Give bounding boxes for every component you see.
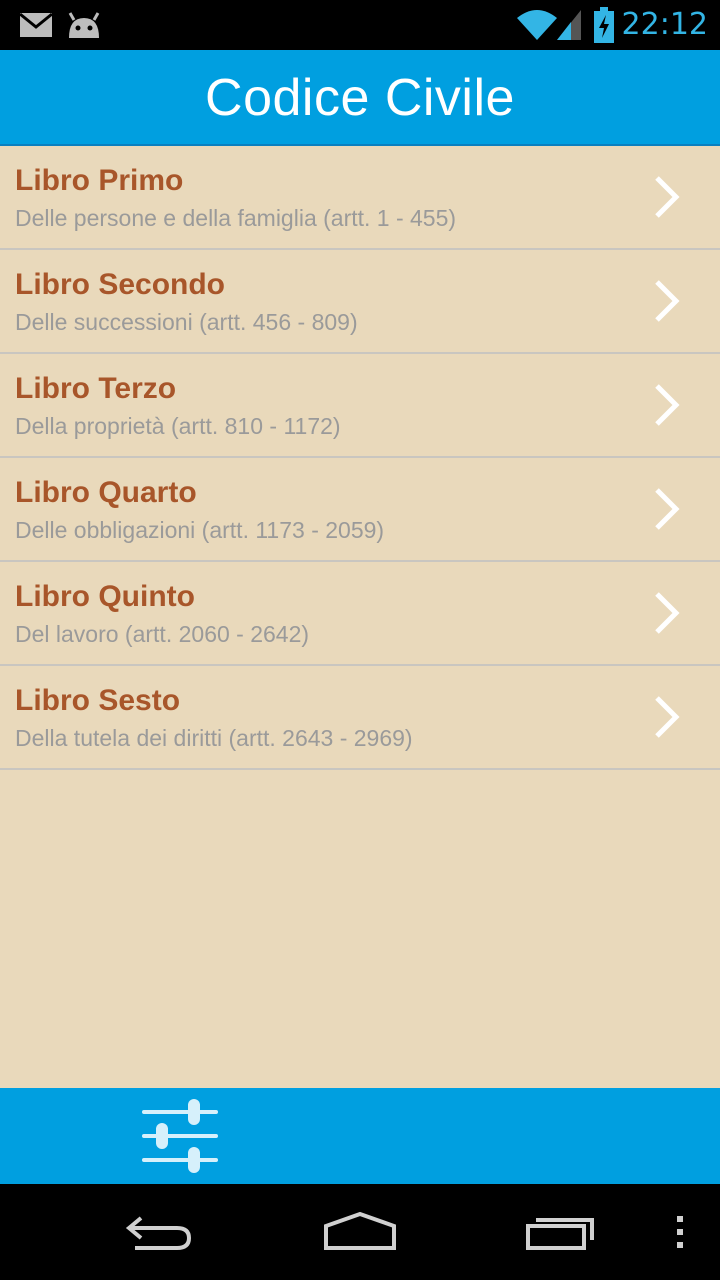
book-subtitle: Della tutela dei diritti (artt. 2643 - 2… <box>15 725 413 751</box>
overflow-menu-button[interactable] <box>660 1184 700 1280</box>
chevron-right-icon <box>655 176 680 218</box>
nav-bar <box>0 1184 720 1280</box>
settings-sliders-icon <box>142 1099 218 1173</box>
battery-charging-icon <box>592 0 616 50</box>
chevron-right-icon <box>655 592 680 634</box>
book-subtitle: Delle persone e della famiglia (artt. 1 … <box>15 205 457 231</box>
chevron-right-icon <box>655 488 680 530</box>
book-item-libro-quinto[interactable]: Libro Quinto Del lavoro (artt. 2060 - 26… <box>0 562 720 666</box>
settings-button[interactable] <box>140 1096 220 1176</box>
book-title: Libro Quarto <box>15 476 197 509</box>
recents-button[interactable] <box>510 1184 610 1280</box>
chevron-right-icon <box>655 280 680 322</box>
book-title: Libro Terzo <box>15 372 177 405</box>
book-subtitle: Del lavoro (artt. 2060 - 2642) <box>15 621 310 647</box>
status-bar: 22:12 <box>0 0 720 50</box>
app-title: Codice Civile <box>205 69 515 127</box>
book-item-libro-sesto[interactable]: Libro Sesto Della tutela dei diritti (ar… <box>0 666 720 770</box>
action-bar: Codice Civile <box>0 50 720 146</box>
android-icon <box>64 0 104 50</box>
book-title: Libro Sesto <box>15 684 181 717</box>
book-item-libro-quarto[interactable]: Libro Quarto Delle obbligazioni (artt. 1… <box>0 458 720 562</box>
home-button[interactable] <box>310 1184 410 1280</box>
book-subtitle: Della proprietà (artt. 810 - 1172) <box>15 413 341 439</box>
book-title: Libro Secondo <box>15 268 225 301</box>
book-title: Libro Primo <box>15 164 184 197</box>
home-icon <box>324 1212 396 1250</box>
back-button[interactable] <box>110 1184 210 1280</box>
overflow-menu-icon <box>677 1216 683 1248</box>
chevron-right-icon <box>655 384 680 426</box>
book-list: Libro Primo Delle persone e della famigl… <box>0 146 720 770</box>
signal-icon <box>554 0 584 50</box>
recents-icon <box>526 1218 594 1250</box>
mail-icon <box>18 0 54 50</box>
chevron-right-icon <box>655 696 680 738</box>
book-item-libro-secondo[interactable]: Libro Secondo Delle successioni (artt. 4… <box>0 250 720 354</box>
bottom-toolbar <box>0 1088 720 1184</box>
back-icon <box>125 1216 192 1250</box>
book-item-libro-primo[interactable]: Libro Primo Delle persone e della famigl… <box>0 146 720 250</box>
book-title: Libro Quinto <box>15 580 195 613</box>
book-item-libro-terzo[interactable]: Libro Terzo Della proprietà (artt. 810 -… <box>0 354 720 458</box>
screen: 22:12 Codice Civile Libro Primo Delle pe… <box>0 0 720 1280</box>
status-clock: 22:12 <box>621 7 708 42</box>
book-subtitle: Delle successioni (artt. 456 - 809) <box>15 309 358 335</box>
book-subtitle: Delle obbligazioni (artt. 1173 - 2059) <box>15 517 385 543</box>
